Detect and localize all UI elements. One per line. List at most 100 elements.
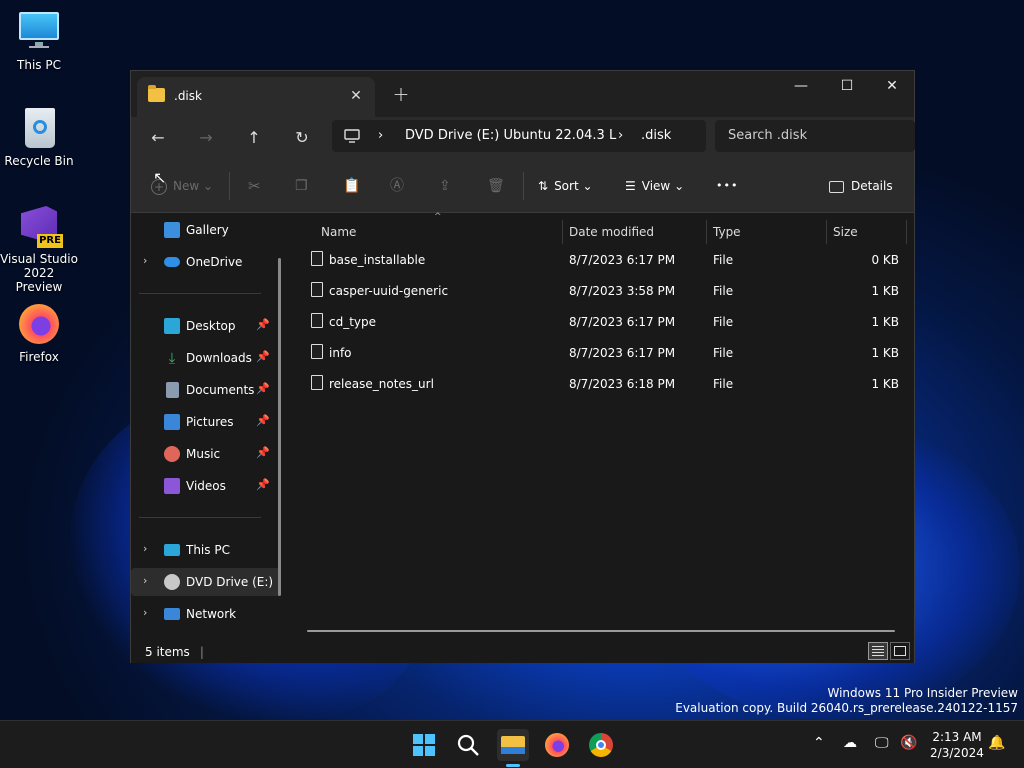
paste-icon[interactable]: 📋 xyxy=(343,175,360,197)
sidebar-item-onedrive[interactable]: › OneDrive xyxy=(131,248,281,276)
tab-disk[interactable]: .disk ✕ xyxy=(137,77,375,117)
windows-logo-icon xyxy=(413,734,435,756)
search-icon xyxy=(457,734,479,756)
divider xyxy=(523,172,524,200)
dvd-icon xyxy=(164,574,180,590)
breadcrumb-folder[interactable]: .disk xyxy=(641,128,671,143)
chevron-right-icon[interactable]: › xyxy=(143,542,147,555)
network-status-icon[interactable]: 🖵 xyxy=(875,735,889,751)
up-arrow-icon[interactable]: ↑ xyxy=(239,123,269,153)
column-separator[interactable] xyxy=(562,220,563,244)
desktop-icon-label: Recycle Bin xyxy=(4,154,74,168)
onedrive-icon xyxy=(164,257,180,267)
details-view-icon[interactable] xyxy=(868,642,888,660)
column-separator[interactable] xyxy=(706,220,707,244)
firefox-icon xyxy=(545,733,569,757)
videos-icon xyxy=(164,478,180,494)
search-button[interactable] xyxy=(452,729,484,761)
sidebar-item-label: OneDrive xyxy=(186,255,243,269)
table-row[interactable]: base_installable 8/7/2023 6:17 PM File 0… xyxy=(305,245,905,273)
tiles-view-icon[interactable] xyxy=(890,642,910,660)
table-row[interactable]: release_notes_url 8/7/2023 6:18 PM File … xyxy=(305,369,905,397)
search-placeholder: Search .disk xyxy=(728,128,808,143)
table-row[interactable]: casper-uuid-generic 8/7/2023 3:58 PM Fil… xyxy=(305,276,905,304)
cut-icon[interactable]: ✂ xyxy=(248,175,261,197)
file-date: 8/7/2023 3:58 PM xyxy=(569,284,676,298)
notification-bell-icon[interactable]: 🔔 xyxy=(988,735,1005,751)
search-input[interactable]: Search .disk xyxy=(715,120,915,152)
sidebar-item-downloads[interactable]: ⤓ Downloads 📌 xyxy=(131,344,281,372)
clock[interactable]: 2:13 AM 2/3/2024 xyxy=(927,729,987,761)
pin-icon: 📌 xyxy=(256,446,270,459)
sidebar-item-videos[interactable]: Videos 📌 xyxy=(131,472,281,500)
new-tab-button[interactable]: + xyxy=(389,83,413,107)
column-separator[interactable] xyxy=(906,220,907,244)
tab-close-icon[interactable]: ✕ xyxy=(345,85,367,107)
copy-icon[interactable]: ❐ xyxy=(295,175,308,197)
sidebar-scrollbar[interactable] xyxy=(278,258,281,596)
sidebar-item-documents[interactable]: Documents 📌 xyxy=(131,376,281,404)
sidebar-item-music[interactable]: Music 📌 xyxy=(131,440,281,468)
sidebar-item-network[interactable]: › Network xyxy=(131,600,281,628)
sidebar-item-this-pc[interactable]: › This PC xyxy=(131,536,281,564)
tab-title: .disk xyxy=(174,89,202,103)
desktop-icon-recycle-bin[interactable]: Recycle Bin xyxy=(0,106,78,168)
desktop-icon-firefox[interactable]: Firefox xyxy=(0,302,78,364)
file-icon xyxy=(311,282,323,297)
item-count: 5 items | xyxy=(145,645,204,659)
chevron-up-icon[interactable]: ⌃ xyxy=(813,735,825,751)
column-header-size[interactable]: Size xyxy=(833,220,903,244)
chevron-right-icon[interactable]: › xyxy=(143,254,147,267)
visual-studio-icon: PRE xyxy=(17,204,63,248)
forward-arrow-icon[interactable]: → xyxy=(191,123,221,153)
table-row[interactable]: cd_type 8/7/2023 6:17 PM File 1 KB xyxy=(305,307,905,335)
sidebar-item-gallery[interactable]: Gallery xyxy=(131,216,281,244)
sort-button[interactable]: ⇅ Sort ⌄ xyxy=(538,175,593,197)
start-button[interactable] xyxy=(408,729,440,761)
file-icon xyxy=(311,375,323,390)
taskbar-file-explorer[interactable] xyxy=(497,729,529,761)
this-pc-icon xyxy=(164,544,180,556)
minimize-button[interactable]: — xyxy=(778,71,824,103)
desktop-icon-this-pc[interactable]: This PC xyxy=(0,10,78,72)
desktop-icon-visual-studio[interactable]: PRE Visual Studio 2022 Preview xyxy=(0,204,78,294)
navigation-pane: Gallery › OneDrive Desktop 📌 ⤓ Downloads… xyxy=(131,214,289,639)
file-type: File xyxy=(713,284,734,298)
column-header-date[interactable]: Date modified xyxy=(569,220,704,244)
view-icon: ☰ xyxy=(625,179,636,193)
sidebar-item-dvd-drive[interactable]: › DVD Drive (E:) U xyxy=(131,568,281,596)
more-options-button[interactable]: ••• xyxy=(716,175,738,197)
divider xyxy=(229,172,230,200)
chevron-right-icon[interactable]: › xyxy=(143,574,147,587)
horizontal-scrollbar[interactable] xyxy=(307,630,895,632)
address-bar[interactable]: › DVD Drive (E:) Ubuntu 22.04.3 L › .dis… xyxy=(332,120,706,152)
cloud-offline-icon[interactable]: ☁ xyxy=(843,735,857,751)
sort-icon: ⇅ xyxy=(538,179,549,193)
refresh-icon[interactable]: ↻ xyxy=(287,123,317,153)
view-button[interactable]: ☰ View ⌄ xyxy=(625,175,684,197)
address-toolbar: ← → ↑ ↻ › DVD Drive (E:) Ubuntu 22.04.3 … xyxy=(131,117,915,159)
clock-date: 2/3/2024 xyxy=(930,746,984,760)
table-row[interactable]: info 8/7/2023 6:17 PM File 1 KB xyxy=(305,338,905,366)
delete-icon[interactable]: 🗑 xyxy=(487,175,505,197)
title-bar: .disk ✕ + — ☐ ✕ xyxy=(131,71,914,117)
breadcrumb-drive[interactable]: DVD Drive (E:) Ubuntu 22.04.3 L xyxy=(405,128,616,143)
back-arrow-icon[interactable]: ← xyxy=(143,123,173,153)
column-separator[interactable] xyxy=(826,220,827,244)
share-icon[interactable]: ⇪ xyxy=(439,175,451,197)
firefox-icon xyxy=(17,302,61,346)
details-button[interactable]: Details xyxy=(829,175,893,197)
sidebar-item-pictures[interactable]: Pictures 📌 xyxy=(131,408,281,436)
sidebar-item-label: Network xyxy=(186,607,237,621)
taskbar-chrome[interactable] xyxy=(585,729,617,761)
file-type: File xyxy=(713,346,734,360)
rename-icon[interactable]: Ⓐ xyxy=(390,175,404,197)
chevron-right-icon[interactable]: › xyxy=(143,606,147,619)
column-header-name[interactable]: Name xyxy=(321,220,561,244)
maximize-button[interactable]: ☐ xyxy=(824,71,870,103)
sidebar-item-desktop[interactable]: Desktop 📌 xyxy=(131,312,281,340)
volume-muted-icon[interactable]: 🔇 xyxy=(900,735,917,751)
taskbar-firefox[interactable] xyxy=(541,729,573,761)
close-button[interactable]: ✕ xyxy=(869,71,915,103)
column-header-type[interactable]: Type xyxy=(713,220,823,244)
